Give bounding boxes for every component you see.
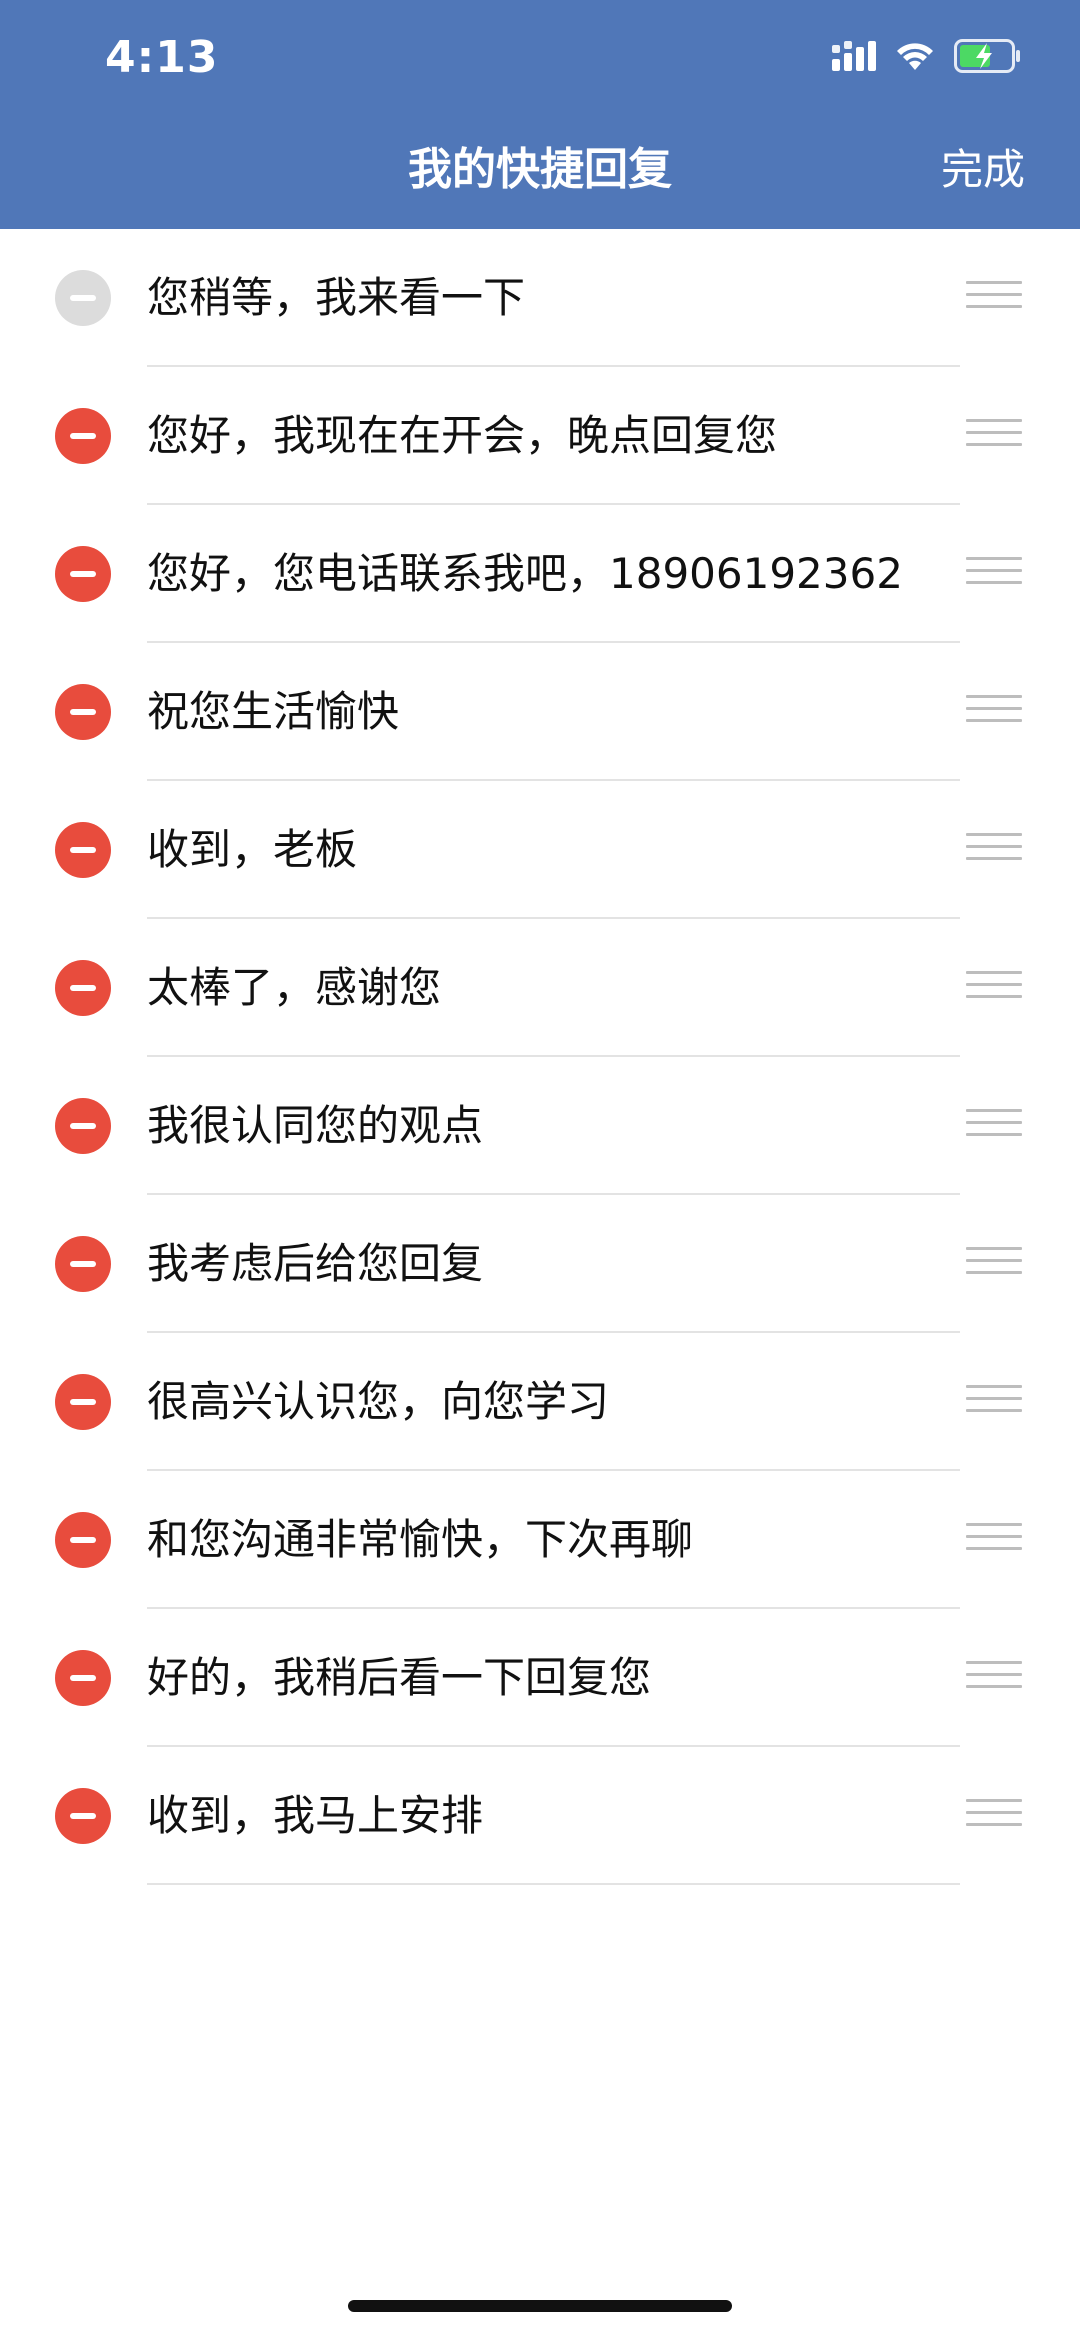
page-title: 我的快捷回复 [408,144,672,195]
delete-icon[interactable] [55,1236,111,1292]
reply-text: 很高兴认识您，向您学习 [147,1377,610,1426]
drag-handle-icon[interactable] [966,281,1022,315]
list-item[interactable]: 您稍等，我来看一下 [0,229,1080,367]
drag-handle-icon[interactable] [966,833,1022,867]
reply-text: 太棒了，感谢您 [147,963,442,1012]
drag-handle-icon[interactable] [966,695,1022,729]
list-item[interactable]: 收到，老板 [0,781,1080,919]
reply-text: 您稍等，我来看一下 [147,273,526,322]
drag-handle-icon[interactable] [966,1799,1022,1833]
reply-text: 收到，我马上安排 [147,1791,484,1840]
delete-icon[interactable] [55,408,111,464]
drag-handle-icon[interactable] [966,1523,1022,1557]
drag-handle-icon[interactable] [966,1247,1022,1281]
drag-handle-icon[interactable] [966,1109,1022,1143]
delete-icon[interactable] [55,1098,111,1154]
delete-icon[interactable] [55,1512,111,1568]
delete-icon[interactable] [55,1788,111,1844]
delete-icon[interactable] [55,1374,111,1430]
list-item[interactable]: 您好，我现在在开会，晚点回复您 [0,367,1080,505]
quick-reply-edit-screen: 4:13 我的快捷回复 完成 您稍等，我来看一下 您好，我现在在开会，晚点回复您… [0,0,1080,2337]
reply-text: 和您沟通非常愉快，下次再聊 [147,1515,694,1564]
drag-handle-icon[interactable] [966,1385,1022,1419]
drag-handle-icon[interactable] [966,1661,1022,1695]
delete-icon[interactable] [55,1650,111,1706]
done-button[interactable]: 完成 [941,140,1025,200]
reply-text: 您好，您电话联系我吧，18906192362 [147,549,903,598]
status-time: 4:13 [105,32,219,83]
list-item[interactable]: 祝您生活愉快 [0,643,1080,781]
list-item[interactable]: 我很认同您的观点 [0,1057,1080,1195]
list-item[interactable]: 您好，您电话联系我吧，18906192362 [0,505,1080,643]
list-item[interactable]: 太棒了，感谢您 [0,919,1080,1057]
reply-text: 收到，老板 [147,825,358,874]
delete-icon[interactable] [55,684,111,740]
delete-icon[interactable] [55,960,111,1016]
reply-text: 我很认同您的观点 [147,1101,484,1150]
battery-charging-icon [954,39,1022,77]
status-icons [832,38,1022,78]
delete-icon [55,270,111,326]
list-item[interactable]: 很高兴认识您，向您学习 [0,1333,1080,1471]
delete-icon[interactable] [55,546,111,602]
row-divider [147,1883,960,1885]
list-item[interactable]: 好的，我稍后看一下回复您 [0,1609,1080,1747]
delete-icon[interactable] [55,822,111,878]
list-item[interactable]: 收到，我马上安排 [0,1747,1080,1885]
list-item[interactable]: 我考虑后给您回复 [0,1195,1080,1333]
drag-handle-icon[interactable] [966,557,1022,591]
reply-text: 我考虑后给您回复 [147,1239,484,1288]
wifi-icon [894,40,936,76]
header: 4:13 我的快捷回复 完成 [0,0,1080,229]
home-indicator[interactable] [348,2300,732,2312]
drag-handle-icon[interactable] [966,419,1022,453]
cellular-signal-icon [832,41,876,75]
reply-text: 好的，我稍后看一下回复您 [147,1653,652,1702]
drag-handle-icon[interactable] [966,971,1022,1005]
reply-text: 您好，我现在在开会，晚点回复您 [147,411,778,460]
reply-text: 祝您生活愉快 [147,687,400,736]
list-item[interactable]: 和您沟通非常愉快，下次再聊 [0,1471,1080,1609]
quick-reply-list: 您稍等，我来看一下您好，我现在在开会，晚点回复您您好，您电话联系我吧，18906… [0,229,1080,1885]
